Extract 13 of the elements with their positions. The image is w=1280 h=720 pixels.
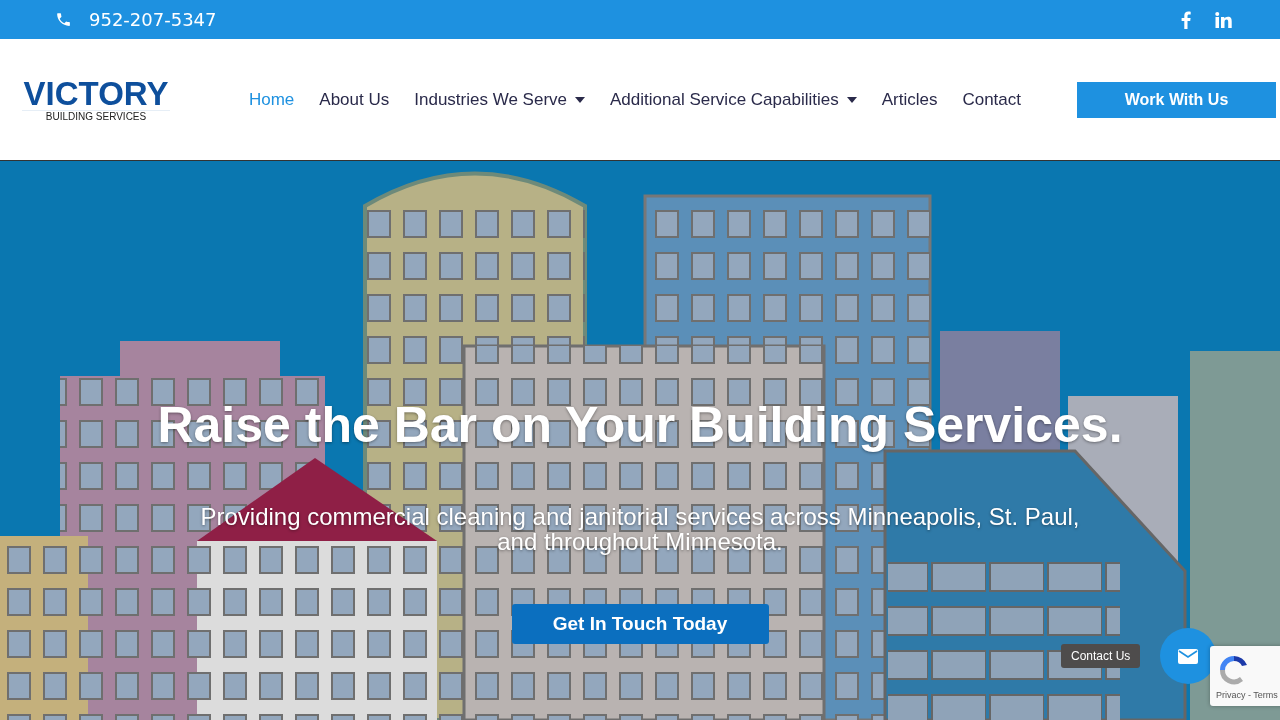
get-in-touch-button[interactable]: Get In Touch Today bbox=[511, 604, 769, 644]
nav-link[interactable]: Additional Service Capabilities bbox=[610, 89, 857, 110]
envelope-icon bbox=[1178, 648, 1198, 664]
nav-link[interactable]: About Us bbox=[319, 89, 390, 110]
phone-icon bbox=[55, 11, 72, 28]
company-logo[interactable]: VICTORY BUILDING SERVICES bbox=[22, 77, 170, 122]
nav-link[interactable]: Industries We Serve bbox=[414, 89, 585, 110]
privacy-terms-link[interactable]: Privacy - Terms bbox=[1216, 690, 1278, 700]
contact-tooltip: Contact Us bbox=[1061, 644, 1141, 668]
nav-link[interactable]: Contact bbox=[962, 89, 1022, 110]
facebook-icon[interactable] bbox=[1181, 10, 1191, 29]
nav-link[interactable]: Articles bbox=[881, 89, 938, 110]
linkedin-icon[interactable] bbox=[1215, 11, 1232, 28]
